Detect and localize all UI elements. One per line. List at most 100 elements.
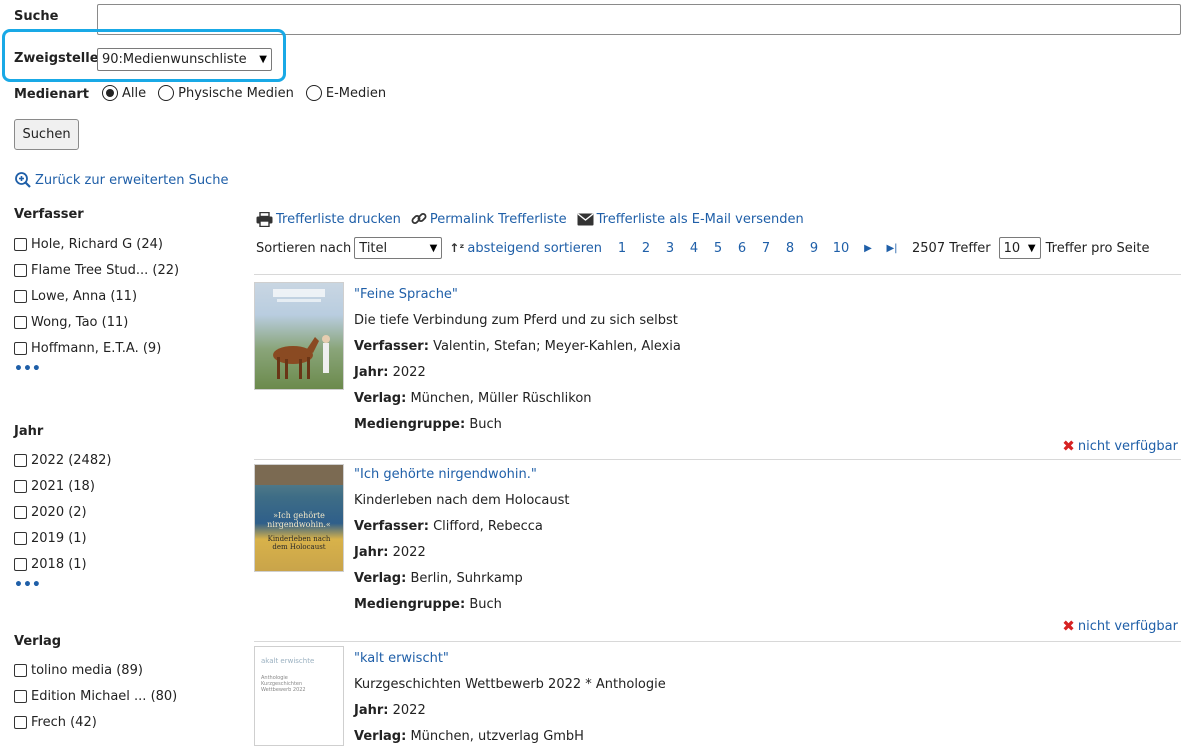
more-years-icon[interactable]: •••: [14, 577, 244, 593]
media-type-radios: Alle Physische Medien E-Medien: [102, 85, 386, 101]
result-item: "Ich gehörte nirgendwohin." Kinderleben …: [354, 462, 570, 618]
book-cover[interactable]: [254, 282, 344, 390]
field-label: Mediengruppe:: [354, 597, 466, 612]
facet-item[interactable]: Hole, Richard G (24): [14, 231, 244, 257]
sort-direction-link[interactable]: ↑ᶻ absteigend sortieren: [449, 241, 602, 256]
availability-status[interactable]: ✖ nicht verfügbar: [1062, 437, 1178, 455]
result-title-link[interactable]: "Ich gehörte nirgendwohin.": [354, 467, 537, 482]
more-authors-icon[interactable]: •••: [14, 361, 244, 377]
divider: [254, 641, 1181, 642]
radio-all[interactable]: Alle: [102, 85, 146, 101]
facet-item[interactable]: 2022 (2482): [14, 447, 244, 473]
facet-item[interactable]: Flame Tree Stud... (22): [14, 257, 244, 283]
search-button[interactable]: Suchen: [14, 119, 79, 150]
close-icon: ✖: [1062, 437, 1075, 455]
pagination: 1 2 3 4 5 6 7 8 9 10 ▶ ▶|: [610, 241, 904, 256]
cover-subtitle: Anthologie Kurzgeschichten Wettbewerb 20…: [261, 675, 341, 693]
facet-item[interactable]: tolino media (89): [14, 657, 244, 683]
facet-item[interactable]: Wong, Tao (11): [14, 309, 244, 335]
result-count: 2507 Treffer: [912, 240, 991, 256]
sort-descending-icon: ↑ᶻ: [449, 241, 465, 255]
page-link[interactable]: 9: [802, 241, 826, 256]
facet-item[interactable]: Frech (42): [14, 709, 244, 735]
page-link[interactable]: 4: [682, 241, 706, 256]
result-author: Clifford, Rebecca: [433, 519, 543, 534]
facet-item-label: 2019 (1): [31, 530, 87, 546]
page-link[interactable]: 1: [610, 241, 634, 256]
page-link[interactable]: 6: [730, 241, 754, 256]
back-link-label: Zurück zur erweiterten Suche: [35, 172, 229, 188]
email-link[interactable]: Trefferliste als E-Mail versenden: [577, 212, 804, 227]
checkbox-icon: [14, 479, 27, 493]
facet-item[interactable]: 2019 (1): [14, 525, 244, 551]
next-page-icon[interactable]: ▶: [856, 243, 880, 254]
facet-item-label: 2020 (2): [31, 504, 87, 520]
checkbox-icon: [14, 689, 27, 703]
facet-item-label: Hole, Richard G (24): [31, 236, 163, 252]
page-link[interactable]: 5: [706, 241, 730, 256]
cover-subtitle-line: dem Holocaust: [272, 543, 326, 551]
result-item: "kalt erwischt" Kurzgeschichten Wettbewe…: [354, 646, 666, 750]
result-title-link[interactable]: "Feine Sprache": [354, 287, 458, 302]
page-link[interactable]: 3: [658, 241, 682, 256]
radio-e-media-label: E-Medien: [325, 85, 387, 101]
back-to-advanced-search-link[interactable]: Zurück zur erweiterten Suche: [14, 171, 228, 189]
cover-title: »Ich gehörte nirgendwohin.«: [257, 511, 341, 529]
radio-physical-label: Physische Medien: [178, 85, 294, 101]
result-toolbar: Trefferliste drucken Permalink Trefferli…: [256, 211, 804, 227]
link-icon: [411, 213, 427, 224]
book-cover[interactable]: akalt erwischte Anthologie Kurzgeschicht…: [254, 646, 344, 746]
page-link[interactable]: 2: [634, 241, 658, 256]
page-link[interactable]: 8: [778, 241, 802, 256]
chevron-down-icon: ▼: [1027, 242, 1036, 254]
field-label: Verfasser:: [354, 339, 429, 354]
availability-label: nicht verfügbar: [1077, 438, 1178, 454]
radio-unchecked-icon: [305, 85, 322, 101]
cover-image: [255, 465, 343, 485]
checkbox-icon: [14, 289, 27, 303]
facet-item[interactable]: Hoffmann, E.T.A. (9): [14, 335, 244, 361]
cover-title-line: nirgendwohin.«: [267, 520, 331, 529]
media-type-label: Medienart: [14, 87, 89, 102]
page-link[interactable]: 7: [754, 241, 778, 256]
availability-label: nicht verfügbar: [1077, 618, 1178, 634]
facet-item[interactable]: Lowe, Anna (11): [14, 283, 244, 309]
result-publisher: Berlin, Suhrkamp: [410, 571, 523, 586]
sort-row: Sortieren nach Titel ▼ ↑ᶻ absteigend sor…: [256, 237, 1150, 259]
result-title-link[interactable]: "kalt erwischt": [354, 651, 449, 666]
facet-item[interactable]: 2021 (18): [14, 473, 244, 499]
permalink-link[interactable]: Permalink Trefferliste: [411, 211, 567, 227]
result-item: "Feine Sprache" Die tiefe Verbindung zum…: [354, 282, 681, 438]
facet-author: Verfasser Hole, Richard G (24) Flame Tre…: [14, 205, 244, 377]
facet-item[interactable]: 2018 (1): [14, 551, 244, 577]
facet-item-label: Flame Tree Stud... (22): [31, 262, 180, 278]
sort-select-value: Titel: [359, 240, 388, 256]
search-label: Suche: [14, 9, 59, 24]
checkbox-icon: [14, 505, 27, 519]
radio-physical[interactable]: Physische Medien: [158, 85, 294, 101]
checkbox-icon: [14, 237, 27, 251]
permalink-link-label: Permalink Trefferliste: [429, 211, 567, 227]
branch-select[interactable]: 90:Medienwunschliste ▼: [97, 48, 272, 71]
branch-label: Zweigstelle: [14, 51, 99, 66]
last-page-icon[interactable]: ▶|: [880, 243, 904, 254]
result-year: 2022: [392, 545, 426, 560]
cover-subtitle-line: Wettbewerb 2022: [261, 687, 306, 693]
chevron-down-icon: ▼: [259, 54, 267, 65]
close-icon: ✖: [1062, 617, 1075, 635]
facet-item[interactable]: 2020 (2): [14, 499, 244, 525]
print-link[interactable]: Trefferliste drucken: [256, 211, 401, 227]
per-page-select[interactable]: 10 ▼: [998, 237, 1041, 259]
result-author: Valentin, Stefan; Meyer-Kahlen, Alexia: [433, 339, 681, 354]
facet-item-label: 2021 (18): [31, 478, 95, 494]
facet-item[interactable]: Edition Michael ... (80): [14, 683, 244, 709]
checkbox-icon: [14, 715, 27, 729]
radio-e-media[interactable]: E-Medien: [305, 85, 387, 101]
sort-select[interactable]: Titel ▼: [354, 237, 443, 259]
branch-select-value: 90:Medienwunschliste: [102, 52, 247, 67]
cover-title: akalt erwischte: [261, 657, 341, 665]
book-cover[interactable]: »Ich gehörte nirgendwohin.« Kinderleben …: [254, 464, 344, 572]
availability-status[interactable]: ✖ nicht verfügbar: [1062, 617, 1178, 635]
field-label: Verlag:: [354, 571, 407, 586]
page-link[interactable]: 10: [826, 241, 856, 256]
